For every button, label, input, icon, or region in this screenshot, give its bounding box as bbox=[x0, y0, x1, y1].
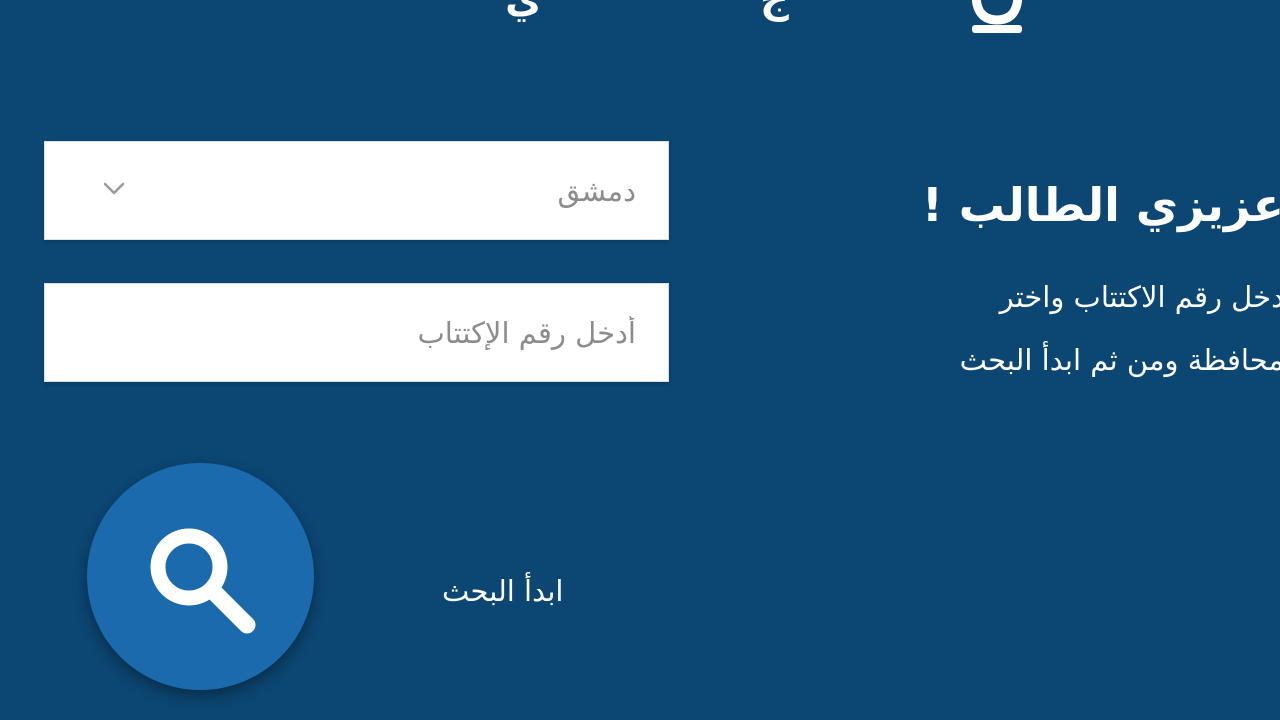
instruction-line-2: محافظة ومن ثم ابدأ البحث bbox=[959, 343, 1280, 377]
exam-number-field[interactable] bbox=[44, 283, 669, 382]
chevron-down-icon bbox=[103, 182, 125, 195]
search-button-label[interactable]: ابدأ البحث bbox=[442, 574, 563, 608]
greeting-heading: عزيزي الطالب ! bbox=[921, 178, 1280, 232]
governorate-select[interactable]: دمشق bbox=[44, 141, 669, 240]
governorate-selected-value: دمشق bbox=[557, 173, 636, 208]
bell-icon bbox=[971, 0, 1023, 33]
search-button[interactable] bbox=[87, 463, 314, 690]
instruction-line-1: دخل رقم الاكتتاب واختر bbox=[999, 280, 1280, 314]
results-search-page: ي ج دمشق ابدأ البحث عزيزي الطالب ! دخل ر… bbox=[0, 0, 1280, 720]
header-title-fragment: ي bbox=[505, 0, 542, 22]
header-title-fragment: ج bbox=[760, 0, 789, 22]
search-icon bbox=[150, 528, 256, 634]
exam-number-input[interactable] bbox=[65, 284, 636, 381]
